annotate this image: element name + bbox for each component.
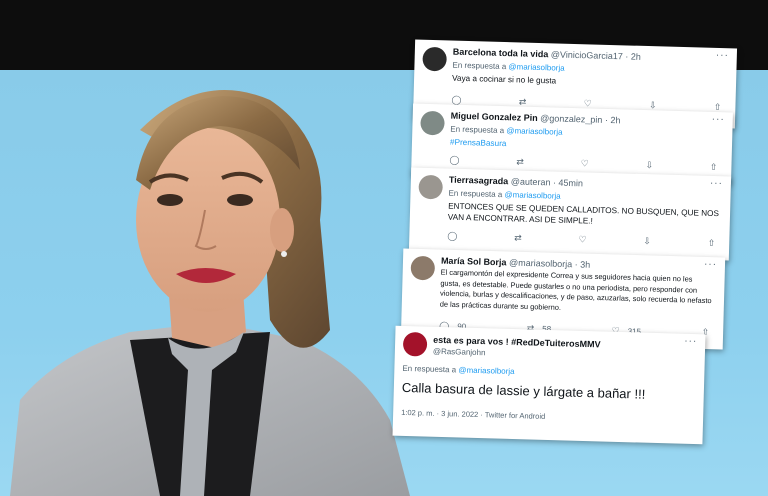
reply-context: En respuesta a @mariasolborja <box>450 125 562 137</box>
tweet-timestamp[interactable]: 1:02 p. m. · 3 jun. 2022 · Twitter for A… <box>401 408 545 421</box>
more-options-icon[interactable]: ··· <box>712 114 725 125</box>
author-handle[interactable]: @mariasolborja <box>509 257 572 269</box>
tweet-time: · 2h <box>604 114 621 126</box>
download-icon[interactable]: ⇩ <box>645 160 653 172</box>
author-handle[interactable]: @auteran <box>511 176 551 187</box>
tweet-time: · 2h <box>625 51 642 62</box>
author-handle[interactable]: @RasGanjohn <box>433 347 486 357</box>
reply-context: En respuesta a @mariasolborja <box>402 364 514 376</box>
more-options-icon[interactable]: ··· <box>710 178 723 189</box>
tweet-text-hashtag[interactable]: #PrensaBasura <box>450 137 722 156</box>
avatar[interactable] <box>418 174 444 200</box>
reply-prefix: En respuesta a <box>448 188 503 200</box>
reply-icon[interactable]: ◯ <box>447 231 457 243</box>
tweet-time: · 3h <box>574 259 591 270</box>
reply-prefix: En respuesta a <box>450 124 505 136</box>
author-name[interactable]: María Sol Borja <box>441 256 507 268</box>
author-name[interactable]: Barcelona toda la vida <box>453 47 549 60</box>
more-options-icon[interactable]: ··· <box>684 336 697 347</box>
tweet-actions: ◯ ⇄ ♡ ⇩ ⇧ <box>447 231 715 250</box>
download-icon[interactable]: ⇩ <box>643 236 651 248</box>
tweet-text: Calla basura de lassie y lárgate a bañar… <box>401 379 646 402</box>
retweet-icon[interactable]: ⇄ <box>514 232 522 244</box>
like-icon[interactable]: ♡ <box>580 158 589 170</box>
more-options-icon[interactable]: ··· <box>716 50 729 61</box>
author-handle[interactable]: @gonzalez_pin <box>540 113 602 125</box>
author-handle-row: @RasGanjohn <box>433 347 486 357</box>
more-options-icon[interactable]: ··· <box>704 259 717 270</box>
share-icon[interactable]: ⇧ <box>710 162 718 174</box>
tweet-time: · 45min <box>552 177 584 189</box>
tweet-text: El cargamontón del expresidente Correa y… <box>439 267 712 312</box>
avatar[interactable] <box>420 110 445 136</box>
avatar[interactable] <box>410 255 436 281</box>
reply-mention[interactable]: @mariasolborja <box>508 62 564 73</box>
tweet-text: Vaya a cocinar si no le gusta <box>451 73 557 86</box>
reply-mention[interactable]: @mariasolborja <box>504 190 560 201</box>
avatar[interactable] <box>422 46 447 72</box>
author-name[interactable]: Miguel Gonzalez Pin <box>451 111 538 123</box>
reply-prefix: En respuesta a <box>452 60 507 72</box>
reply-mention[interactable]: @mariasolborja <box>458 365 514 376</box>
author-handle[interactable]: @VinicioGarcia17 <box>551 49 623 61</box>
reply-icon[interactable]: ◯ <box>449 155 459 167</box>
woman-portrait-image <box>10 90 410 496</box>
tweet-card-expanded: esta es para vos ! #RedDeTuiterosMMV @Ra… <box>392 325 706 445</box>
author-name[interactable]: Tierrasagrada <box>449 175 509 187</box>
tweet-card: Tierrasagrada @auteran · 45min ··· En re… <box>408 167 732 261</box>
reply-context: En respuesta a @mariasolborja <box>452 61 564 73</box>
tweet-text: ENTONCES QUE SE QUEDEN CALLADITOS. NO BU… <box>447 201 720 226</box>
reply-context: En respuesta a @mariasolborja <box>448 189 560 201</box>
share-icon[interactable]: ⇧ <box>707 238 716 250</box>
avatar[interactable] <box>402 331 428 357</box>
reply-prefix: En respuesta a <box>402 363 457 375</box>
retweet-icon[interactable]: ⇄ <box>516 156 524 168</box>
reply-mention[interactable]: @mariasolborja <box>506 126 562 137</box>
like-icon[interactable]: ♡ <box>578 234 586 246</box>
